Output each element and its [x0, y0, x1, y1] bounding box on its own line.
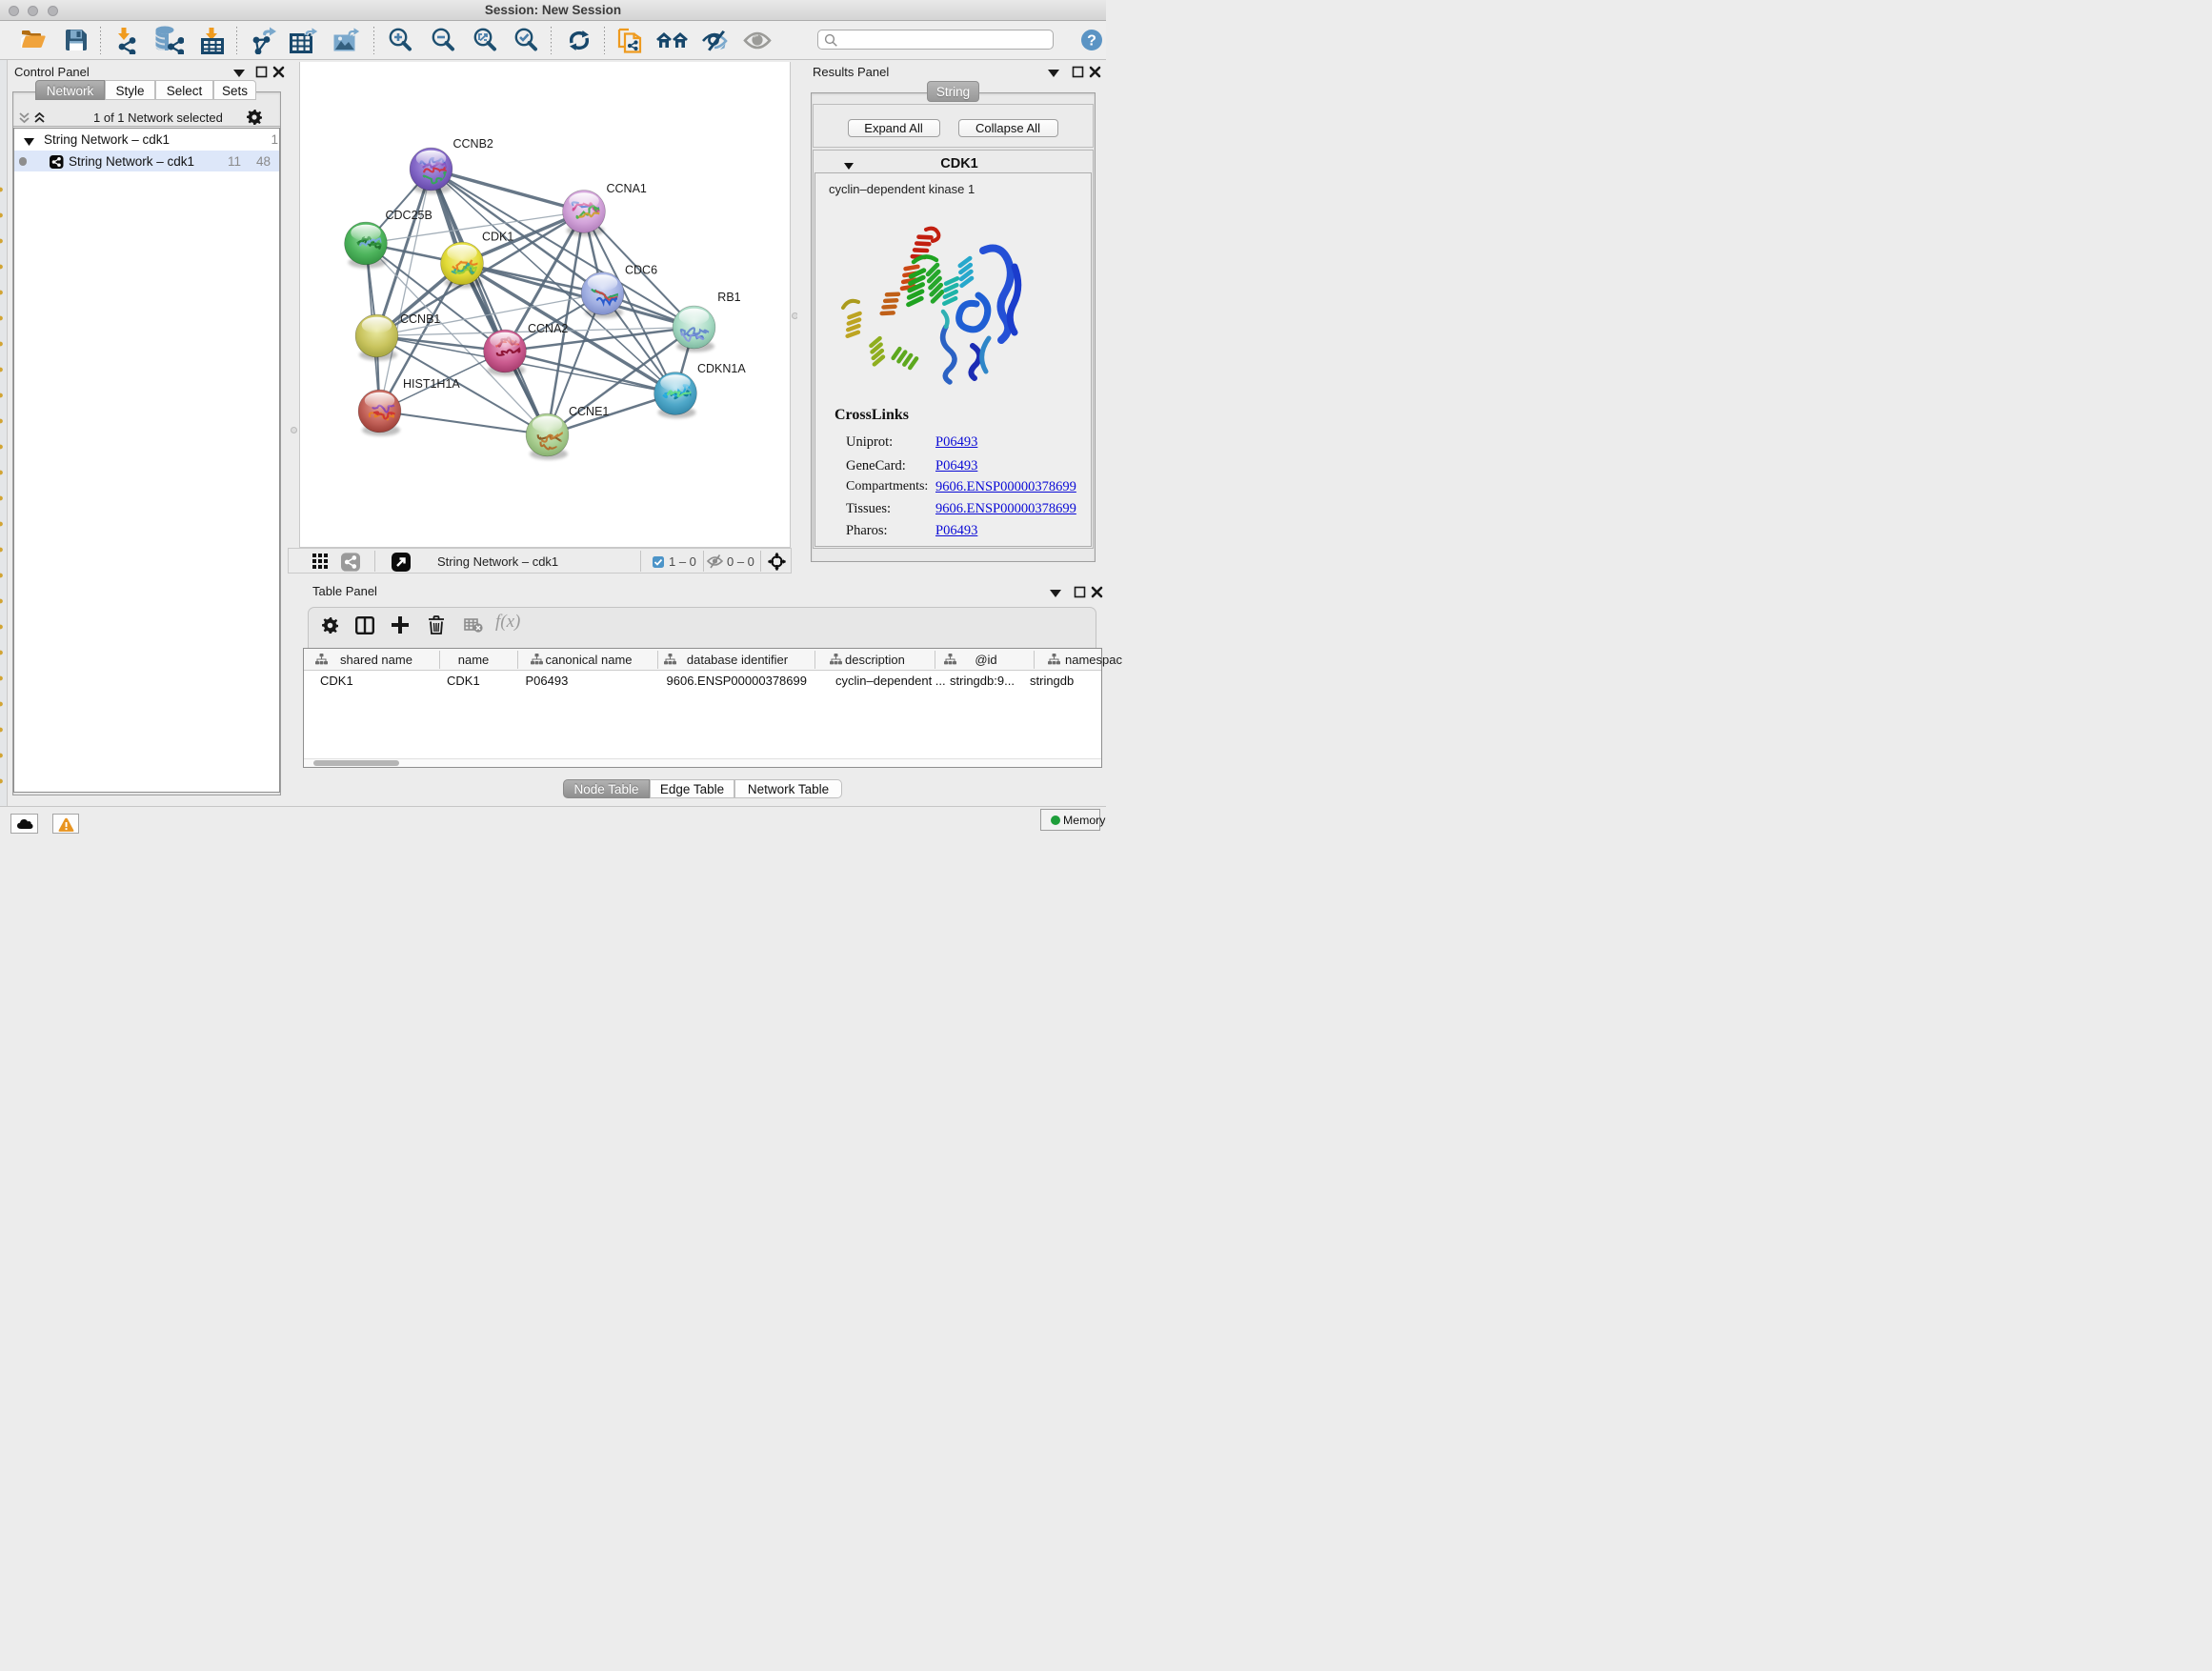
svg-text:CDC6: CDC6 [625, 264, 657, 277]
svg-text:RB1: RB1 [717, 291, 740, 304]
svg-text:CDK1: CDK1 [482, 231, 513, 244]
svg-text:CCNE1: CCNE1 [569, 405, 609, 418]
svg-text:CCNB1: CCNB1 [400, 312, 440, 326]
svg-text:CDC25B: CDC25B [386, 209, 432, 222]
svg-text:HIST1H1A: HIST1H1A [403, 377, 460, 391]
svg-text:CCNA2: CCNA2 [528, 322, 568, 335]
svg-text:?: ? [1087, 33, 1096, 50]
svg-text:CCNA1: CCNA1 [607, 182, 647, 195]
svg-text:CCNB2: CCNB2 [453, 137, 493, 151]
svg-text:CDKN1A: CDKN1A [697, 362, 746, 375]
